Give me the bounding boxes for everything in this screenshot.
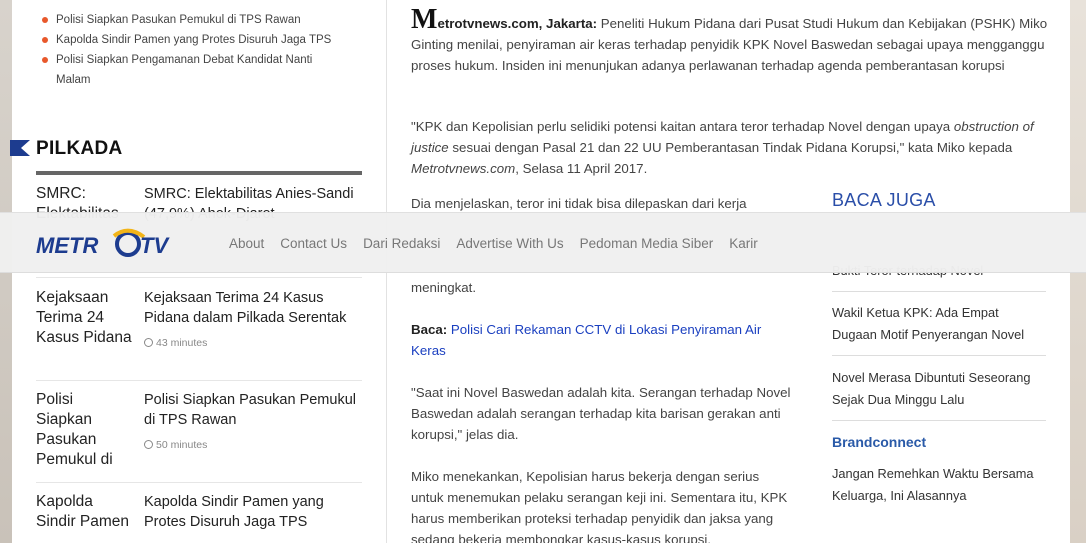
news-time: 43 minutes — [144, 337, 207, 349]
article-paragraph: Dia menjelaskan, teror ini tidak bisa di… — [411, 196, 747, 211]
bullet-icon — [42, 57, 48, 63]
news-title[interactable]: Kapolda Sindir Pamen yang Protes Disuruh… — [144, 492, 364, 532]
article-source: etrotvnews.com, Jakarta: — [437, 16, 598, 31]
news-time: 50 minutes — [144, 439, 207, 451]
separator — [832, 355, 1046, 356]
news-item[interactable]: Polisi Siapkan Pasukan Pemukul di Polisi… — [36, 390, 362, 483]
article-paragraph-end: meningkat. — [411, 280, 477, 295]
metrotv-logo[interactable]: METR TV — [36, 227, 186, 261]
brandconnect-link[interactable]: Jangan Remehkan Waktu Bersama Keluarga, … — [832, 463, 1046, 507]
nav-karir[interactable]: Karir — [729, 236, 758, 251]
brandconnect-title: Brandconnect — [832, 434, 927, 450]
news-item[interactable]: Kejaksaan Terima 24 Kasus Pidana Kejaksa… — [36, 288, 362, 381]
svg-text:METR: METR — [36, 233, 98, 258]
baca-link[interactable]: Polisi Cari Rekaman CCTV di Lokasi Penyi… — [411, 322, 761, 358]
article-paragraph: Miko menekankan, Kepolisian harus bekerj… — [411, 469, 788, 543]
baca-juga-link[interactable]: Novel Merasa Dibuntuti Seseorang Sejak D… — [832, 367, 1046, 411]
nav-contact-us[interactable]: Contact Us — [280, 236, 347, 251]
article-lead-paragraph: Metrotvnews.com, Jakarta: Peneliti Hukum… — [411, 4, 1048, 74]
news-item[interactable]: Kapolda Sindir Pamen Kapolda Sindir Pame… — [36, 492, 362, 543]
baca-juga-link[interactable]: Wakil Ketua KPK: Ada Empat Dugaan Motif … — [832, 302, 1046, 346]
sticky-navbar: METR TV About Contact Us Dari Redaksi Ad… — [0, 212, 1086, 273]
news-title[interactable]: Kejaksaan Terima 24 Kasus Pidana dalam P… — [144, 288, 364, 328]
top-nav: About Contact Us Dari Redaksi Advertise … — [229, 213, 774, 274]
related-news-list: Polisi Siapkan Pasukan Pemukul di TPS Ra… — [40, 10, 340, 90]
separator — [832, 420, 1046, 421]
clock-icon — [144, 440, 153, 449]
clock-icon — [144, 338, 153, 347]
separator — [832, 291, 1046, 292]
article-paragraph: "KPK dan Kepolisian perlu selidiki poten… — [411, 119, 1034, 176]
baca-inline: Baca: Polisi Cari Rekaman CCTV di Lokasi… — [411, 322, 762, 358]
baca-juga-title: BACA JUGA — [832, 190, 936, 210]
bullet-icon — [42, 17, 48, 23]
svg-text:TV: TV — [140, 233, 170, 258]
nav-advertise[interactable]: Advertise With Us — [456, 236, 563, 251]
article-paragraph: "Saat ini Novel Baswedan adalah kita. Se… — [411, 385, 791, 442]
related-news-item[interactable]: Polisi Siapkan Pengamanan Debat Kandidat… — [40, 50, 340, 90]
section-underline — [36, 171, 362, 175]
nav-pedoman-media-siber[interactable]: Pedoman Media Siber — [580, 236, 714, 251]
bullet-icon — [42, 37, 48, 43]
news-title[interactable]: Polisi Siapkan Pasukan Pemukul di TPS Ra… — [144, 390, 364, 430]
news-thumbnail-caption[interactable]: Kapolda Sindir Pamen — [36, 492, 132, 543]
nav-about[interactable]: About — [229, 236, 264, 251]
section-title: PILKADA — [36, 138, 123, 159]
related-news-item[interactable]: Polisi Siapkan Pasukan Pemukul di TPS Ra… — [40, 10, 340, 30]
nav-dari-redaksi[interactable]: Dari Redaksi — [363, 236, 440, 251]
news-thumbnail-caption[interactable]: Polisi Siapkan Pasukan Pemukul di — [36, 390, 132, 472]
related-news-item[interactable]: Kapolda Sindir Pamen yang Protes Disuruh… — [40, 30, 340, 50]
drop-cap: M — [411, 4, 438, 35]
news-thumbnail-caption[interactable]: Kejaksaan Terima 24 Kasus Pidana — [36, 288, 132, 370]
